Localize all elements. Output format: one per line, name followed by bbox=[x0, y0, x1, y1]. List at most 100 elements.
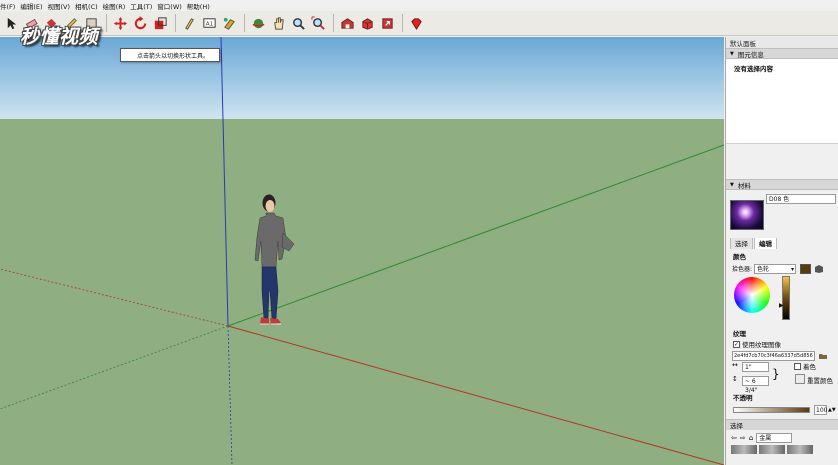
tray-title: 默认面板 bbox=[726, 37, 838, 48]
opacity-slider[interactable] bbox=[733, 406, 810, 413]
color-wheel[interactable] bbox=[734, 277, 770, 313]
texture-width-field[interactable]: 1" bbox=[742, 362, 769, 372]
pan-icon bbox=[274, 16, 284, 30]
move-tool-button[interactable] bbox=[111, 14, 130, 33]
colorize-checkbox[interactable] bbox=[794, 362, 801, 370]
ruby-icon bbox=[411, 17, 422, 30]
sky bbox=[0, 37, 724, 119]
menu-camera[interactable]: 相机(C) bbox=[75, 1, 98, 11]
text-icon: A1 bbox=[203, 17, 216, 28]
picker-label: 拾色器: bbox=[732, 266, 753, 273]
home-icon[interactable]: ⌂ bbox=[749, 434, 753, 442]
select-panel-header[interactable]: 选择 bbox=[726, 419, 838, 430]
paint-icon bbox=[223, 17, 235, 30]
menu-file[interactable]: 件(F) bbox=[0, 1, 15, 11]
opacity-section-label: 不透明 bbox=[733, 394, 753, 402]
rotate-tool-button[interactable] bbox=[131, 14, 150, 33]
library-nav-row: ⇦ ⇨ ⌂ 金属 bbox=[726, 430, 838, 443]
watermark-logo: 秒懂视频 bbox=[20, 26, 99, 48]
pan-tool-button[interactable] bbox=[269, 14, 288, 33]
material-thumbnail[interactable] bbox=[787, 445, 813, 454]
share-icon bbox=[382, 17, 393, 29]
orbit-tool-button[interactable] bbox=[249, 14, 268, 33]
menu-draw[interactable]: 绘图(R) bbox=[103, 1, 126, 11]
tape-measure-tool-button[interactable] bbox=[180, 14, 199, 33]
toolbar-divider bbox=[402, 14, 403, 32]
scale-icon bbox=[154, 16, 167, 29]
materials-tabs: 选择 编辑 bbox=[726, 236, 838, 249]
entity-info-title: 图元信息 bbox=[737, 50, 764, 59]
share-button[interactable] bbox=[378, 14, 397, 33]
browse-folder-icon[interactable] bbox=[818, 351, 828, 361]
library-select[interactable]: 金属 bbox=[756, 432, 793, 443]
color-picker-row: 拾色器: 色轮 bbox=[726, 261, 838, 274]
material-thumbnail[interactable] bbox=[731, 445, 757, 454]
texture-file-field[interactable]: 2e4fd7cb70c3f46a6337d5d856 bbox=[732, 350, 815, 361]
components-icon bbox=[362, 17, 373, 30]
sample-color-icon[interactable] bbox=[814, 264, 824, 274]
forward-arrow-icon[interactable]: ⇨ bbox=[740, 434, 746, 442]
warehouse-button[interactable] bbox=[338, 14, 357, 33]
use-texture-row: ✓ 使用纹理图像 bbox=[726, 338, 838, 349]
menu-bar: 件(F) 编辑(E) 视图(V) 相机(C) 绘图(R) 工具(T) 窗口(W)… bbox=[0, 0, 838, 11]
toolbar-divider bbox=[333, 14, 334, 32]
no-selection-text: 没有选择内容 bbox=[734, 65, 773, 73]
tape-measure-icon bbox=[185, 17, 194, 30]
color-wheel-area: ▶ bbox=[726, 274, 838, 326]
aspect-lock-icon[interactable]: } bbox=[772, 367, 780, 381]
menu-tools[interactable]: 工具(T) bbox=[130, 1, 152, 11]
current-color-chip[interactable] bbox=[800, 263, 812, 274]
zoom-tool-button[interactable] bbox=[289, 14, 308, 33]
entity-info-body: 没有选择内容 bbox=[726, 59, 838, 144]
toolbar: A1 bbox=[0, 11, 838, 36]
height-arrow-icon: ↕ bbox=[732, 375, 738, 383]
warehouse-icon bbox=[341, 17, 354, 29]
width-arrow-icon: ↔ bbox=[732, 361, 738, 369]
texture-dimensions: ↔ 1" ↕ ~ 6 3/4" } 着色 重置颜色 bbox=[726, 361, 838, 394]
opacity-value-field[interactable]: 100 bbox=[814, 404, 827, 415]
entity-info-header[interactable]: ▼ 图元信息 bbox=[726, 48, 838, 59]
modeling-viewport[interactable] bbox=[0, 37, 724, 465]
select-tool-button[interactable] bbox=[2, 14, 21, 33]
default-tray: 默认面板 ▼ 图元信息 没有选择内容 ▼ 材料 D08 色 选择 编辑 颜色 拾… bbox=[725, 37, 838, 465]
orbit-icon bbox=[252, 18, 265, 28]
menu-view[interactable]: 视图(V) bbox=[48, 1, 71, 11]
material-swatch[interactable] bbox=[730, 200, 764, 230]
texture-file-row: 2e4fd7cb70c3f46a6337d5d856 bbox=[726, 348, 838, 361]
text-tool-button[interactable]: A1 bbox=[200, 14, 219, 33]
colorize-label: 着色 bbox=[803, 363, 816, 371]
material-preview-area: D08 色 bbox=[726, 190, 838, 238]
ground bbox=[0, 119, 724, 465]
texture-height-field[interactable]: ~ 6 3/4" bbox=[742, 376, 769, 394]
components-button[interactable] bbox=[358, 14, 377, 33]
opacity-spinner-icon[interactable]: ▲▼ bbox=[828, 407, 836, 413]
scene-canvas bbox=[0, 37, 724, 465]
toolbar-divider bbox=[244, 14, 245, 32]
texture-section-label: 纹理 bbox=[733, 330, 746, 338]
collapse-triangle-icon: ▼ bbox=[730, 50, 734, 57]
scale-tool-button[interactable] bbox=[151, 14, 170, 33]
reset-color-label[interactable]: 重置颜色 bbox=[807, 375, 833, 385]
brightness-slider[interactable] bbox=[782, 276, 790, 320]
reset-color-swatch[interactable] bbox=[795, 374, 805, 384]
paint-tool-button[interactable] bbox=[220, 14, 239, 33]
materials-header[interactable]: ▼ 材料 bbox=[726, 179, 838, 190]
back-arrow-icon[interactable]: ⇦ bbox=[731, 434, 737, 442]
select-icon bbox=[7, 17, 17, 29]
colorize-row: 着色 bbox=[794, 361, 816, 371]
slider-handle-icon[interactable]: ▶ bbox=[779, 302, 784, 309]
color-picker-select[interactable]: 色轮 bbox=[754, 263, 797, 274]
material-name-field[interactable]: D08 色 bbox=[766, 194, 836, 204]
menu-edit[interactable]: 编辑(E) bbox=[20, 1, 42, 11]
rotate-icon bbox=[134, 15, 147, 29]
ruby-button[interactable] bbox=[407, 14, 426, 33]
zoom-extents-icon bbox=[311, 15, 325, 30]
menu-help[interactable]: 帮助(H) bbox=[187, 1, 210, 11]
zoom-extents-tool-button[interactable] bbox=[309, 14, 328, 33]
svg-text:A1: A1 bbox=[206, 21, 214, 27]
move-icon bbox=[113, 16, 128, 30]
material-thumbnail[interactable] bbox=[759, 445, 785, 454]
use-texture-label: 使用纹理图像 bbox=[742, 341, 781, 349]
menu-window[interactable]: 窗口(W) bbox=[157, 1, 182, 11]
use-texture-checkbox[interactable]: ✓ bbox=[733, 340, 740, 348]
